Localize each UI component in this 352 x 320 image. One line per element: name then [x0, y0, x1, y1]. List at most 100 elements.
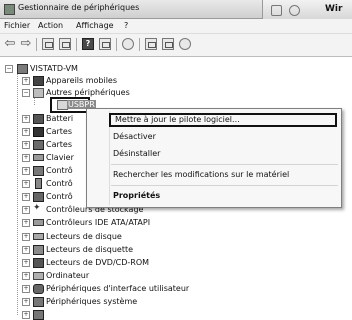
scan-icon[interactable]	[122, 38, 134, 50]
expand-icon[interactable]: +	[22, 115, 30, 123]
context-menu: Mettre à jour le pilote logiciel... Désa…	[86, 108, 342, 208]
tree-node[interactable]: + Périphériques d'interface utilisateur	[0, 283, 240, 294]
toolbar-separator	[139, 38, 140, 51]
expand-icon[interactable]: +	[22, 311, 30, 319]
expand-icon[interactable]: +	[22, 219, 30, 227]
tree-node[interactable]: + Contrô	[0, 191, 90, 202]
other-devices-icon	[33, 88, 44, 98]
expand-icon[interactable]: +	[22, 77, 30, 85]
properties-icon[interactable]	[59, 38, 71, 50]
menu-separator	[111, 185, 338, 186]
uninstall-menu-item[interactable]: Désinstaller	[113, 149, 160, 158]
floppy-drive-icon	[33, 245, 44, 255]
expand-icon[interactable]: +	[22, 206, 30, 214]
toolbar: ⇦ ⇨ ?	[0, 34, 352, 57]
card-icon	[33, 127, 44, 137]
tree-node-label: Ordinateur	[46, 271, 90, 280]
expand-icon[interactable]: +	[22, 272, 30, 280]
uninstall-icon[interactable]	[162, 38, 174, 50]
disk-drive-icon	[33, 233, 44, 240]
disable-menu-item[interactable]: Désactiver	[113, 132, 156, 141]
tree-node-label: Clavier	[46, 153, 74, 162]
tree-node-label: Autres périphériques	[46, 88, 130, 97]
expand-icon[interactable]: +	[22, 128, 30, 136]
storage-controller-icon: ✦	[33, 203, 41, 213]
tree-node-label: Contrô	[46, 192, 73, 201]
menu-fichier[interactable]: Fichier	[4, 21, 30, 30]
tree-node-partial[interactable]: +	[0, 309, 240, 320]
help-icon[interactable]: ?	[82, 38, 94, 50]
tree-node-label: Batteri	[46, 114, 74, 123]
tree-node-label: Lecteurs de disquette	[46, 245, 134, 254]
collapse-icon[interactable]: −	[22, 89, 30, 97]
expand-icon[interactable]: +	[22, 259, 30, 267]
background-window-title: Wir	[325, 4, 343, 14]
menu-action[interactable]: Action	[38, 21, 63, 30]
tree-node[interactable]: − Autres périphériques	[0, 87, 200, 98]
toolbar-separator	[116, 38, 117, 51]
tree-node-label: Périphériques d'interface utilisateur	[46, 284, 190, 293]
expand-icon[interactable]: +	[22, 285, 30, 293]
update-driver-icon[interactable]	[145, 38, 157, 50]
menu-affichage[interactable]: Affichage	[76, 21, 114, 30]
expand-icon[interactable]: +	[22, 154, 30, 162]
tree-node[interactable]: + Cartes	[0, 126, 90, 137]
tree-node-label: Périphériques système	[46, 297, 138, 306]
toolbar-separator	[76, 38, 77, 51]
expand-icon[interactable]: +	[22, 141, 30, 149]
tree-node[interactable]: + Clavier	[0, 152, 90, 163]
tree-node-label: Appareils mobiles	[46, 76, 118, 85]
tree-node-label: Cartes	[46, 127, 73, 136]
tree-root[interactable]: − VISTATD-VM	[0, 63, 200, 74]
dvd-drive-icon	[33, 258, 44, 268]
tree-node[interactable]: + Contrôleurs IDE ATA/ATAPI	[0, 217, 220, 228]
expand-icon[interactable]: +	[22, 298, 30, 306]
tree-node[interactable]: + Ordinateur	[0, 270, 220, 281]
tree-node[interactable]: + Périphériques système	[0, 296, 240, 307]
menu-help[interactable]: ?	[124, 21, 128, 30]
network-card-icon	[33, 140, 44, 150]
ide-controller-icon	[33, 219, 44, 226]
device-manager-icon	[4, 4, 15, 15]
title-bar: Gestionnaire de périphériques Wir	[0, 0, 352, 20]
view2-icon[interactable]	[99, 38, 111, 50]
expand-icon[interactable]: +	[22, 167, 30, 175]
tree-node[interactable]: + Lecteurs de disque	[0, 231, 220, 242]
tree-node-label: Lecteurs de disque	[46, 232, 122, 241]
computer-icon	[17, 64, 28, 74]
tree-node-label: Contrôleurs IDE ATA/ATAPI	[46, 218, 151, 227]
update-driver-menu-item[interactable]: Mettre à jour le pilote logiciel...	[109, 113, 337, 127]
usb-controller-icon	[35, 178, 42, 189]
mobile-devices-icon	[33, 76, 44, 86]
tree-node-label: Contrô	[46, 166, 73, 175]
keyboard-icon	[33, 154, 44, 161]
back-arrow-icon[interactable]: ⇦	[4, 37, 16, 50]
scan-hardware-menu-item[interactable]: Rechercher les modifications sur le maté…	[113, 170, 289, 179]
tree-node[interactable]: + Appareils mobiles	[0, 75, 200, 86]
window-title: Gestionnaire de périphériques	[18, 3, 140, 12]
tree-node[interactable]: + Contrô	[0, 178, 90, 189]
computer-icon	[33, 272, 44, 280]
expand-icon[interactable]: +	[22, 193, 30, 201]
network-icon	[289, 5, 300, 16]
hid-icon	[33, 284, 44, 294]
tree-node-label: Lecteurs de DVD/CD-ROM	[46, 258, 150, 267]
forward-arrow-icon[interactable]: ⇨	[20, 37, 32, 50]
menu-separator	[111, 164, 338, 165]
properties-menu-item[interactable]: Propriétés	[113, 191, 160, 200]
view-icon[interactable]	[42, 38, 54, 50]
tree-node[interactable]: + Cartes	[0, 139, 90, 150]
disable-icon[interactable]	[179, 38, 191, 50]
expand-icon[interactable]: +	[22, 233, 30, 241]
tree-node[interactable]: + Contrô	[0, 165, 90, 176]
tree-node[interactable]: + Lecteurs de disquette	[0, 244, 220, 255]
tree-node[interactable]: + Lecteurs de DVD/CD-ROM	[0, 257, 220, 268]
system-devices-icon	[33, 297, 44, 307]
expand-icon[interactable]: +	[22, 246, 30, 254]
tree-node-label: Cartes	[46, 140, 73, 149]
battery-icon	[33, 114, 44, 124]
expand-icon[interactable]: +	[22, 180, 30, 188]
tree-node[interactable]: + Batteri	[0, 113, 90, 124]
collapse-icon[interactable]: −	[5, 65, 13, 73]
background-window[interactable]: Wir	[262, 0, 352, 20]
